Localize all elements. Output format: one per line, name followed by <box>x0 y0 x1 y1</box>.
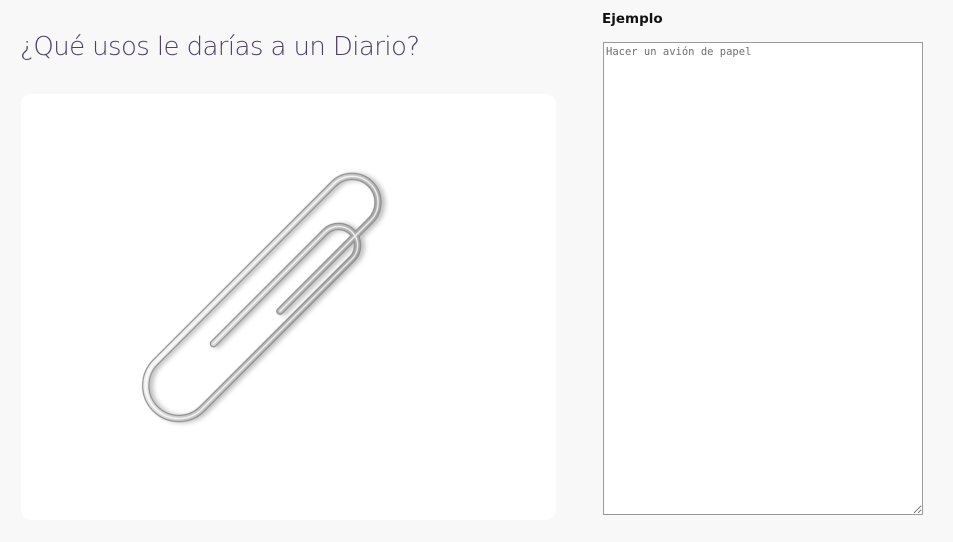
prompt-image <box>21 94 556 520</box>
answer-field-label: Ejemplo <box>602 11 663 27</box>
answer-textarea[interactable] <box>603 42 923 515</box>
question-title: ¿Qué usos le darías a un Diario? <box>20 32 420 62</box>
page: ¿Qué usos le darías a un Diario? Ejemplo… <box>0 0 953 542</box>
paperclip-icon <box>142 172 382 423</box>
